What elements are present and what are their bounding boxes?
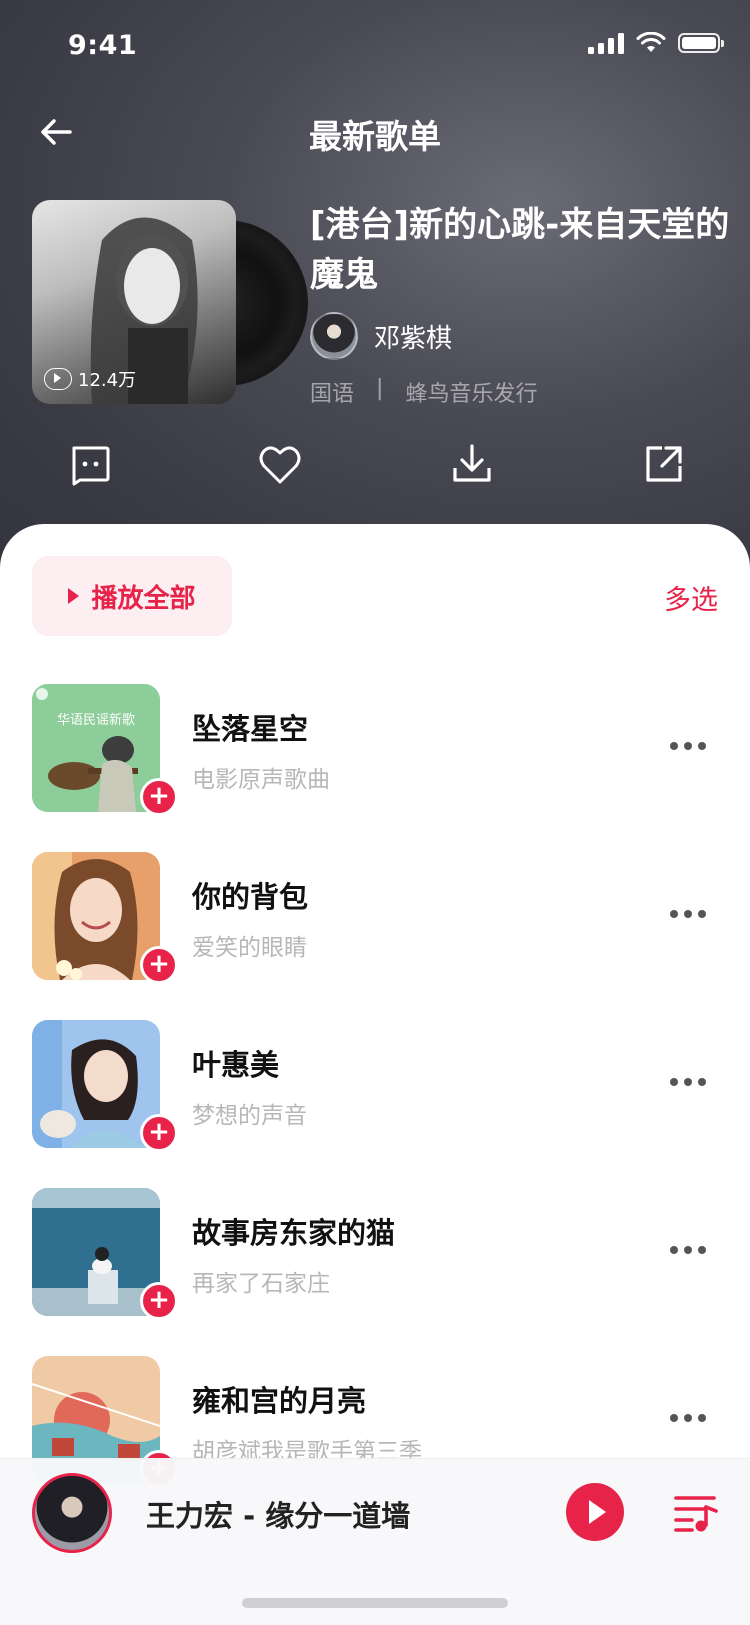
song-subtitle: 梦想的声音	[192, 1103, 307, 1129]
artist-name[interactable]: 邓紫棋	[374, 318, 452, 355]
more-icon[interactable]	[670, 742, 706, 750]
album-title: [港台]新的心跳-来自天堂的魔鬼	[310, 205, 730, 295]
cellular-signal-icon	[588, 32, 624, 54]
song-title: 故事房东家的猫	[192, 1216, 396, 1250]
now-playing-avatar[interactable]	[32, 1473, 112, 1553]
more-icon[interactable]	[670, 1246, 706, 1254]
album-language: 国语	[310, 382, 355, 407]
cover-image: 12.4万	[32, 200, 236, 404]
song-title: 坠落星空	[192, 712, 309, 746]
action-bar	[0, 440, 750, 500]
add-icon[interactable]: +	[140, 1282, 178, 1320]
play-circle-icon	[44, 368, 72, 390]
play-icon	[68, 588, 80, 604]
song-title: 你的背包	[192, 880, 309, 914]
album-cover[interactable]: 12.4万	[32, 200, 308, 404]
download-icon[interactable]	[448, 440, 496, 488]
page-title: 最新歌单	[309, 117, 441, 156]
add-icon[interactable]: +	[140, 778, 178, 816]
album-meta: 国语 | 蜂鸟音乐发行	[310, 376, 537, 408]
song-title: 叶惠美	[192, 1048, 280, 1082]
status-time: 9:41	[68, 30, 138, 61]
play-all-label: 播放全部	[91, 583, 196, 614]
meta-separator: |	[376, 376, 384, 401]
playlist-icon[interactable]	[674, 1493, 718, 1533]
battery-icon	[678, 33, 724, 53]
song-subtitle: 电影原声歌曲	[192, 767, 330, 793]
status-icons	[588, 32, 724, 54]
now-playing-title[interactable]: 王力宏 - 缘分一道墙	[146, 1493, 410, 1535]
thumb-caption: 华语民谣新歌	[57, 712, 135, 728]
list-item[interactable]: + 故事房东家的猫 再家了石家庄	[0, 1188, 750, 1320]
add-icon[interactable]: +	[140, 1114, 178, 1152]
heart-icon[interactable]	[256, 440, 304, 488]
wifi-icon	[636, 32, 666, 52]
artist-avatar[interactable]	[310, 312, 358, 360]
play-count-text: 12.4万	[78, 370, 137, 391]
list-item[interactable]: + 你的背包 爱笑的眼睛	[0, 852, 750, 984]
list-item[interactable]: 华语民谣新歌 + 坠落星空 电影原声歌曲	[0, 684, 750, 816]
song-subtitle: 爱笑的眼睛	[192, 935, 307, 961]
list-item[interactable]: + 叶惠美 梦想的声音	[0, 1020, 750, 1152]
play-count: 12.4万	[44, 366, 136, 392]
add-icon[interactable]: +	[140, 946, 178, 984]
comment-icon[interactable]	[66, 440, 114, 488]
album-publisher: 蜂鸟音乐发行	[405, 382, 538, 407]
multi-select-button[interactable]: 多选	[664, 578, 718, 617]
status-bar: 9:41	[0, 0, 750, 96]
more-icon[interactable]	[670, 910, 706, 918]
song-title: 雍和宫的月亮	[192, 1384, 367, 1418]
artist-row[interactable]: 邓紫棋	[310, 312, 452, 360]
more-icon[interactable]	[670, 1414, 706, 1422]
song-subtitle: 再家了石家庄	[192, 1271, 330, 1297]
more-icon[interactable]	[670, 1078, 706, 1086]
play-all-button[interactable]: 播放全部	[32, 556, 232, 636]
play-button[interactable]	[566, 1483, 624, 1541]
home-indicator[interactable]	[242, 1598, 508, 1608]
share-icon[interactable]	[640, 440, 688, 488]
